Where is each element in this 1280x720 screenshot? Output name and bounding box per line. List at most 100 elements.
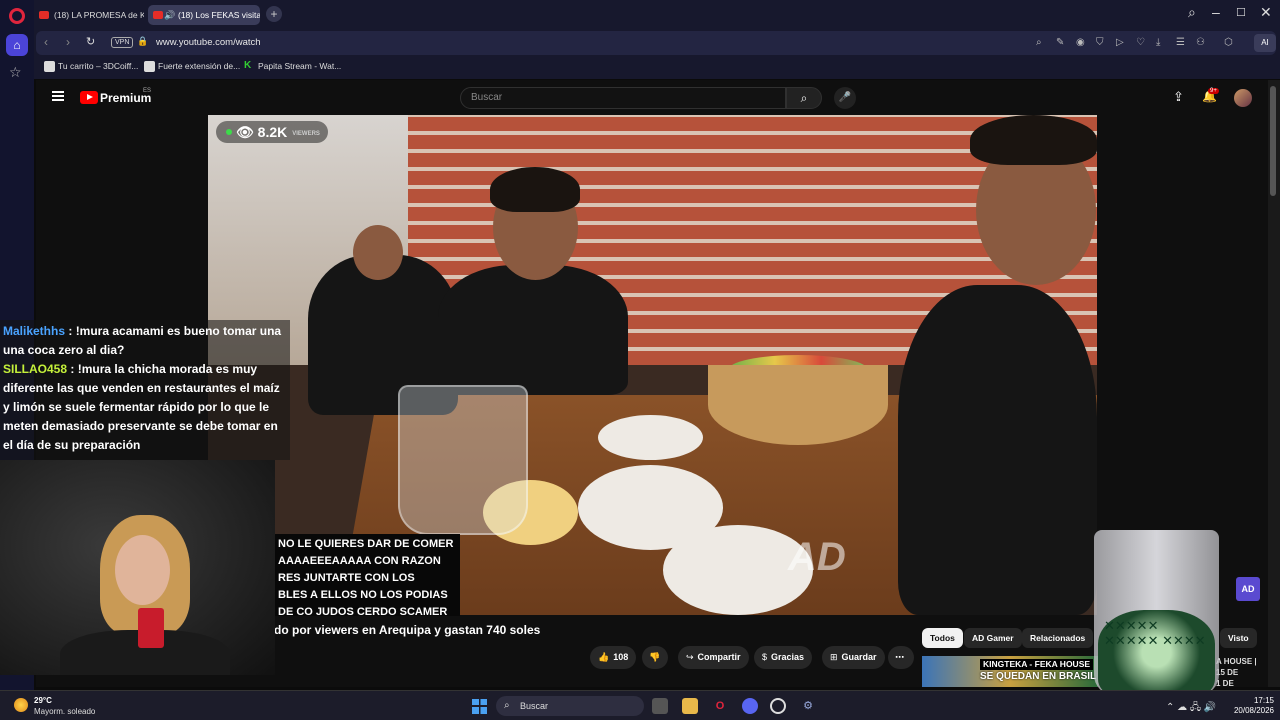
tab-los-fekas[interactable]: 🔊 (18) Los FEKAS visitan	[148, 5, 260, 25]
url-text[interactable]: www.youtube.com/watch	[156, 37, 261, 48]
avatar[interactable]	[1234, 89, 1252, 107]
thanks-button[interactable]: $ Gracias	[754, 646, 813, 669]
cup-overlay-graphic	[1094, 530, 1219, 695]
share-icon: ↪	[686, 652, 694, 662]
bookmarks-bar: Tu carrito – 3DCoiff... Fuerte extensión…	[34, 57, 1280, 79]
discord-icon[interactable]	[742, 698, 758, 714]
weather-icon[interactable]	[14, 698, 28, 712]
chip-todos[interactable]: Todos	[922, 628, 963, 648]
new-tab-button[interactable]: +	[266, 6, 282, 22]
shield-icon[interactable]: ⛉	[1096, 37, 1104, 48]
file-explorer-icon[interactable]	[682, 698, 698, 714]
bookmark-favicon-icon	[144, 61, 155, 72]
chip-ad-gamer[interactable]: AD Gamer	[964, 628, 1022, 648]
ticker-line: DE CO JUDOS CERDO SCAMER	[278, 606, 448, 616]
close-button[interactable]: ✕	[1260, 4, 1272, 21]
bookmark-item[interactable]: K Papita Stream - Wat...	[244, 60, 342, 71]
taskbar-search-label: Buscar	[520, 701, 549, 711]
bookmark-item[interactable]: Fuerte extensión de...	[144, 61, 241, 72]
opera-logo-icon[interactable]	[9, 8, 25, 24]
search-tabs-icon[interactable]: ⌕	[1188, 4, 1196, 21]
taskbar-search-input[interactable]: ⌕ Buscar	[496, 696, 644, 716]
bookmark-label: Tu carrito – 3DCoiff...	[58, 61, 139, 71]
vpn-badge[interactable]: VPN	[111, 37, 134, 48]
minimize-button[interactable]: –	[1212, 4, 1220, 20]
voice-search-button[interactable]: 🎤	[834, 87, 856, 109]
forward-icon[interactable]: ›	[66, 35, 70, 49]
weather-condition[interactable]: Mayorm. soleado	[34, 707, 95, 716]
task-view-icon[interactable]	[652, 698, 668, 714]
lock-icon[interactable]: 🔒	[137, 36, 148, 47]
more-actions-button[interactable]: ⋯	[888, 646, 914, 669]
thanks-label: Gracias	[771, 652, 805, 662]
bookmark-label: Papita Stream - Wat...	[258, 61, 342, 71]
profile-icon[interactable]: ⚇	[1196, 37, 1205, 48]
opera-taskbar-icon[interactable]: O	[712, 698, 728, 714]
clock-date: 20/08/2026	[1233, 706, 1274, 715]
tab-title: (18) LA PROMESA de King	[54, 10, 144, 20]
upload-icon[interactable]: ⇪	[1173, 89, 1184, 105]
heart-icon[interactable]: ♡	[1136, 37, 1145, 48]
search-icon: ⌕	[504, 700, 510, 711]
notification-badge: 9+	[1208, 88, 1219, 94]
tab-bar: (18) LA PROMESA de King 🔊 (18) Los FEKAS…	[34, 0, 1280, 29]
bookmark-item[interactable]: Tu carrito – 3DCoiff...	[44, 61, 139, 72]
windows-start-icon[interactable]	[472, 699, 487, 714]
camera-icon[interactable]: ◉	[1076, 37, 1085, 48]
maximize-button[interactable]: ☐	[1236, 6, 1246, 19]
video-title: do por viewers en Arequipa y gastan 740 …	[274, 623, 541, 637]
hamburger-menu-icon[interactable]	[52, 91, 64, 101]
webcam-cup	[138, 608, 164, 648]
save-label: Guardar	[841, 652, 877, 662]
youtube-logo-icon[interactable]	[80, 91, 98, 104]
related-video-thumbnail[interactable]: KINGTEKA - FEKA HOUSE SE QUEDAN EN BRASI…	[922, 656, 1098, 687]
speaker-icon[interactable]: 🔊	[164, 5, 175, 25]
play-icon[interactable]: ▷	[1116, 37, 1124, 48]
search-button[interactable]: ⌕	[786, 87, 822, 109]
ticker-line: RES JUNTARTE CON LOS	[278, 572, 415, 584]
search-input[interactable]: Buscar	[460, 87, 786, 109]
zoom-icon[interactable]: ⌕	[1036, 37, 1042, 48]
like-count: 108	[613, 652, 629, 662]
video-person-head	[353, 225, 403, 280]
reload-icon[interactable]: ↻	[86, 35, 95, 48]
steam-icon[interactable]	[770, 698, 786, 714]
ai-button[interactable]: AI	[1254, 34, 1276, 52]
scrollbar-thumb[interactable]	[1270, 86, 1276, 196]
favorites-icon[interactable]: ☆	[9, 64, 22, 81]
ticker-line: BLES A ELLOS NO LOS PODIAS	[278, 589, 448, 601]
cup-fill	[1098, 610, 1215, 695]
system-tray-icons[interactable]: ⌃ ☁ 🖧 🔊	[1166, 700, 1216, 717]
settings-icon[interactable]: ⚙	[800, 698, 816, 714]
chat-message: Malikethhs : !mura acamami es bueno toma…	[3, 322, 287, 360]
chat-overlay: Malikethhs : !mura acamami es bueno toma…	[0, 320, 290, 460]
temperature[interactable]: 29°C	[34, 696, 52, 705]
save-icon: ⊞	[830, 652, 838, 662]
address-bar[interactable]: ‹ › ↻ VPN 🔒 www.youtube.com/watch ⌕ ✎ ◉ …	[36, 31, 1276, 55]
webcam-face	[115, 535, 170, 605]
dislike-button[interactable]: 👎	[642, 646, 668, 669]
youtube-favicon-icon	[39, 11, 49, 19]
ad-watermark: AD	[788, 535, 846, 579]
extension-icon[interactable]: ⬡	[1224, 37, 1233, 48]
back-icon[interactable]: ‹	[44, 35, 48, 49]
share-button[interactable]: ↪ Compartir	[678, 646, 749, 669]
home-icon[interactable]: ⌂	[6, 34, 28, 56]
tab-la-promesa[interactable]: (18) LA PROMESA de King	[34, 5, 144, 25]
download-icon[interactable]: ⤓	[1156, 37, 1160, 48]
more-icon: ⋯	[895, 652, 904, 662]
related-video-side-text[interactable]: A HOUSE | 15 DE 1 DE	[1216, 656, 1257, 687]
clock[interactable]: 17:15 20/08/2026	[1226, 696, 1274, 716]
chip-relacionados[interactable]: Relacionados	[1022, 628, 1094, 648]
edit-icon[interactable]: ✎	[1056, 37, 1064, 48]
search-icon: ⌕	[800, 91, 808, 105]
menu-icon[interactable]: ☰	[1176, 37, 1185, 48]
chat-username: Malikethhs	[3, 324, 66, 338]
save-button[interactable]: ⊞ Guardar	[822, 646, 885, 669]
video-person	[438, 265, 628, 395]
ticker-line: AAAAEEEAAAAA CON RAZON	[278, 555, 441, 567]
chip-visto[interactable]: Visto	[1220, 628, 1257, 648]
like-button[interactable]: 👍 108	[590, 646, 637, 669]
bookmark-label: Fuerte extensión de...	[158, 61, 241, 71]
bookmark-favicon-icon	[44, 61, 55, 72]
